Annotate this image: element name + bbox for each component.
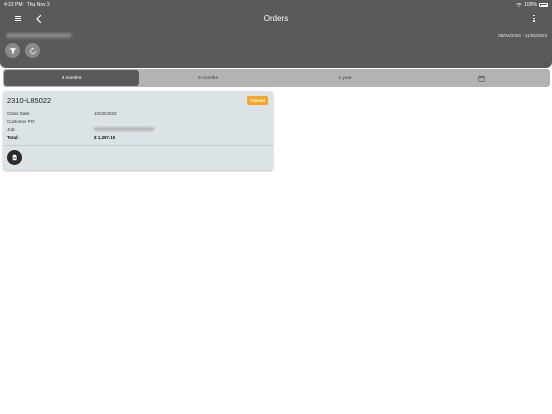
more-options-icon[interactable]: [532, 15, 536, 25]
period-tabs: 3 months 6 months 1 year: [3, 69, 550, 87]
status-date: Thu Nov 2: [26, 2, 50, 8]
view-document-button[interactable]: [7, 150, 22, 165]
tab-1-year[interactable]: 1 year: [277, 70, 413, 86]
wifi-icon: [516, 3, 522, 7]
orders-screen: 4:22 PM Thu Nov 2 100% Orders 08/04/2023…: [0, 0, 552, 414]
tab-3-months[interactable]: 3 months: [4, 70, 139, 86]
nav-bar: Orders: [0, 11, 552, 27]
status-time: 4:22 PM: [4, 2, 23, 8]
filter-icon: [9, 47, 16, 54]
battery-percent: 100%: [524, 2, 537, 8]
date-range: 08/04/2023 - 11/02/2023: [498, 33, 547, 38]
job-value-redacted: [94, 127, 154, 131]
customer-po-label: Customer PO:: [7, 119, 36, 124]
order-number: 2310-L85022: [7, 96, 52, 105]
page-title: Orders: [263, 14, 289, 23]
tab-custom-range[interactable]: [414, 70, 549, 86]
order-card[interactable]: 2310-L85022 Closed Order Date: 10/20/202…: [3, 91, 273, 170]
customer-name-redacted: [6, 33, 72, 38]
refresh-button[interactable]: [25, 43, 40, 58]
filter-button[interactable]: [5, 43, 20, 58]
status-bar: 4:22 PM Thu Nov 2 100%: [0, 0, 552, 10]
refresh-icon: [29, 46, 36, 54]
total-value: $ 1,397.10: [94, 135, 116, 140]
app-header: 4:22 PM Thu Nov 2 100% Orders 08/04/2023…: [0, 0, 552, 68]
status-badge: Closed: [246, 96, 268, 105]
card-divider: [3, 145, 273, 146]
order-date-value: 10/20/2023: [94, 111, 117, 116]
job-label: Job:: [7, 127, 16, 132]
total-label: Total:: [7, 135, 19, 140]
order-date-label: Order Date:: [7, 111, 31, 116]
battery-icon: [539, 3, 548, 7]
tab-6-months[interactable]: 6 months: [140, 70, 276, 86]
document-icon: [12, 154, 17, 161]
calendar-icon: [478, 75, 485, 82]
